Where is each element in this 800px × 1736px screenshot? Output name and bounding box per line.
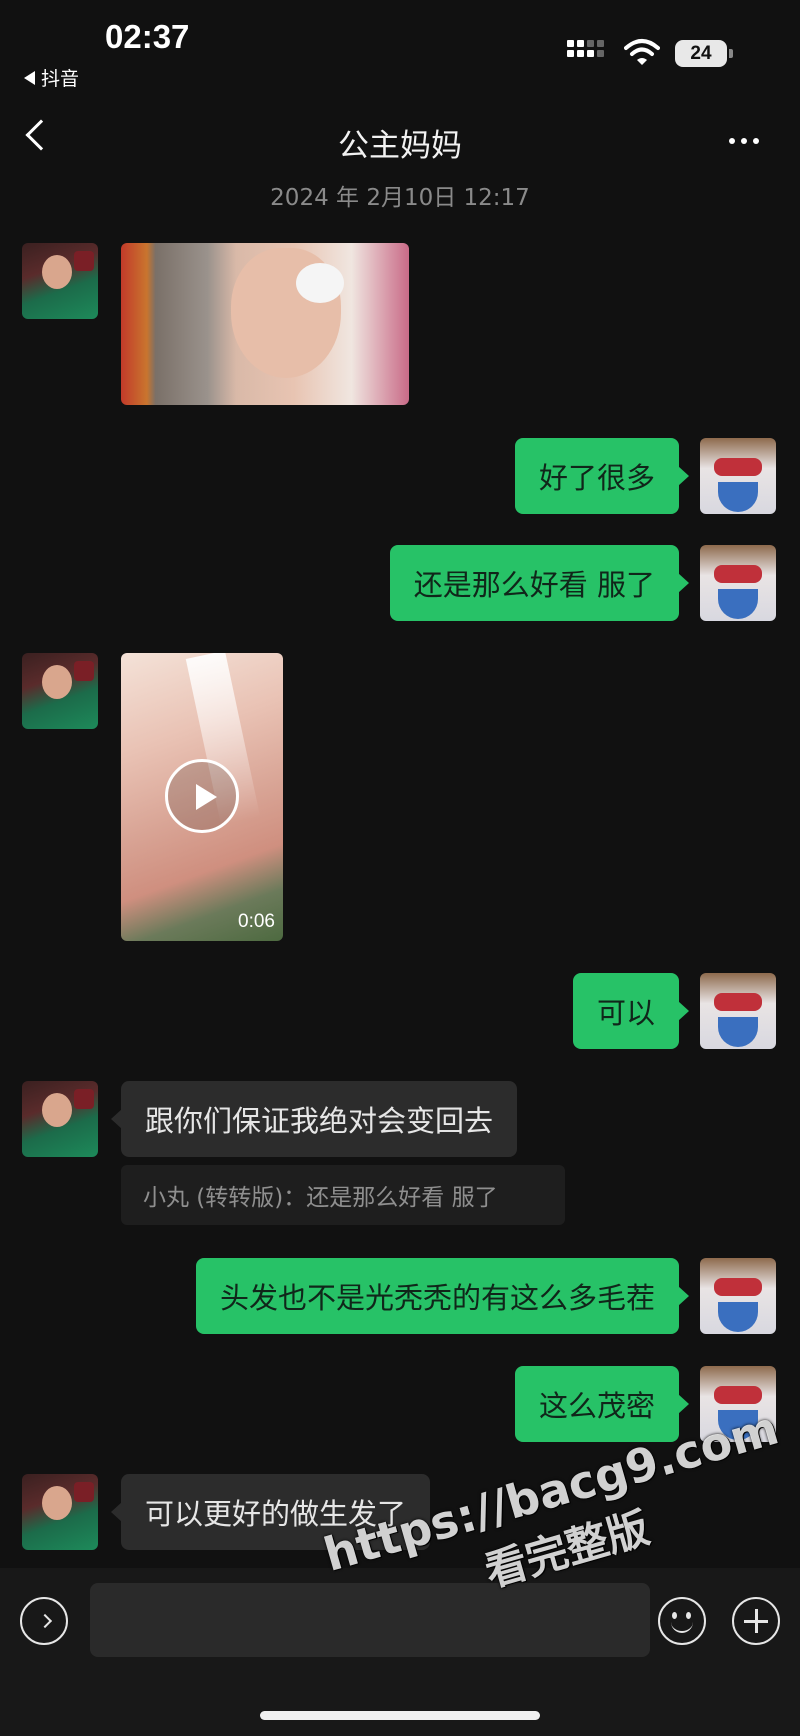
my-avatar[interactable]	[700, 545, 776, 621]
video-duration: 0:06	[238, 911, 275, 932]
back-to-app-link[interactable]: 抖音	[24, 64, 79, 91]
quoted-message[interactable]: 小丸 (转转版)：还是那么好看 服了	[121, 1165, 565, 1225]
message-bubble-outgoing[interactable]: 好了很多	[514, 438, 690, 514]
back-arrow-icon	[24, 70, 35, 85]
more-icon[interactable]	[729, 138, 759, 144]
message-bubble-outgoing[interactable]: 这么茂密	[514, 1366, 690, 1442]
contact-avatar[interactable]	[22, 1474, 98, 1550]
my-avatar[interactable]	[700, 973, 776, 1049]
chat-title: 公主妈妈	[338, 128, 462, 164]
image-message[interactable]	[121, 243, 409, 405]
message-bubble-incoming[interactable]: 跟你们保证我绝对会变回去	[110, 1081, 518, 1157]
my-avatar[interactable]	[700, 438, 776, 514]
plus-icon[interactable]	[732, 1597, 780, 1645]
message-timestamp: 2024 年 2月10日 12:17	[270, 185, 530, 211]
battery-indicator: 24	[675, 40, 733, 67]
contact-avatar[interactable]	[22, 653, 98, 729]
emoji-icon[interactable]	[658, 1597, 706, 1645]
voice-icon[interactable]	[20, 1597, 68, 1645]
video-message[interactable]: 0:06	[121, 653, 283, 941]
signal-icon	[567, 40, 604, 57]
message-bubble-outgoing[interactable]: 还是那么好看 服了	[389, 545, 690, 621]
contact-avatar[interactable]	[22, 243, 98, 319]
contact-avatar[interactable]	[22, 1081, 98, 1157]
my-avatar[interactable]	[700, 1258, 776, 1334]
play-icon[interactable]	[165, 759, 239, 833]
message-bubble-outgoing[interactable]: 头发也不是光秃秃的有这么多毛茬	[195, 1258, 690, 1334]
back-app-label: 抖音	[41, 68, 80, 90]
home-indicator	[260, 1711, 540, 1720]
status-time: 02:37	[105, 18, 190, 55]
message-bubble-outgoing[interactable]: 可以	[572, 973, 690, 1049]
wifi-icon	[624, 39, 660, 65]
